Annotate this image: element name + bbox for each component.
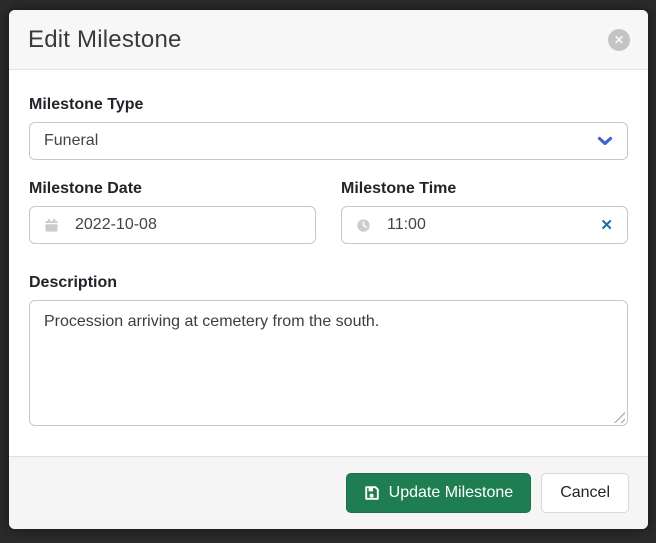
milestone-type-select[interactable]: Funeral xyxy=(29,122,628,160)
dialog-title: Edit Milestone xyxy=(28,26,182,54)
milestone-time-value: 11:00 xyxy=(387,216,426,234)
description-value: Procession arriving at cemetery from the… xyxy=(44,313,379,330)
update-milestone-button[interactable]: Update Milestone xyxy=(346,473,532,513)
x-clear-icon[interactable]: ✕ xyxy=(600,218,613,233)
cancel-button[interactable]: Cancel xyxy=(541,473,629,513)
date-time-row: Milestone Date 2022-10-08 Milestone Time xyxy=(29,180,628,244)
dialog-footer: Update Milestone Cancel xyxy=(9,456,648,529)
update-milestone-label: Update Milestone xyxy=(389,484,514,502)
milestone-time-group: Milestone Time 11:00 ✕ xyxy=(341,180,628,244)
description-textarea[interactable]: Procession arriving at cemetery from the… xyxy=(29,300,628,426)
milestone-time-input[interactable]: 11:00 ✕ xyxy=(341,206,628,244)
milestone-date-input[interactable]: 2022-10-08 xyxy=(29,206,316,244)
resize-handle[interactable] xyxy=(613,411,625,423)
milestone-type-label: Milestone Type xyxy=(29,96,628,114)
milestone-date-value: 2022-10-08 xyxy=(75,216,157,234)
close-button[interactable]: ✕ xyxy=(608,29,630,51)
dialog-body: Milestone Type Funeral Milestone Date xyxy=(9,70,648,426)
description-label: Description xyxy=(29,274,628,292)
chevron-down-icon xyxy=(597,136,613,147)
milestone-date-label: Milestone Date xyxy=(29,180,316,198)
close-icon: ✕ xyxy=(614,29,624,51)
calendar-icon xyxy=(44,218,59,233)
save-icon xyxy=(364,485,380,501)
milestone-date-group: Milestone Date 2022-10-08 xyxy=(29,180,316,244)
description-group: Description Procession arriving at cemet… xyxy=(29,274,628,426)
milestone-type-value: Funeral xyxy=(44,132,98,150)
edit-milestone-dialog: Edit Milestone ✕ Milestone Type Funeral … xyxy=(9,10,648,529)
clock-icon xyxy=(356,218,371,233)
milestone-type-group: Milestone Type Funeral xyxy=(29,96,628,160)
dialog-header: Edit Milestone ✕ xyxy=(9,10,648,70)
cancel-label: Cancel xyxy=(560,484,610,502)
milestone-time-label: Milestone Time xyxy=(341,180,628,198)
